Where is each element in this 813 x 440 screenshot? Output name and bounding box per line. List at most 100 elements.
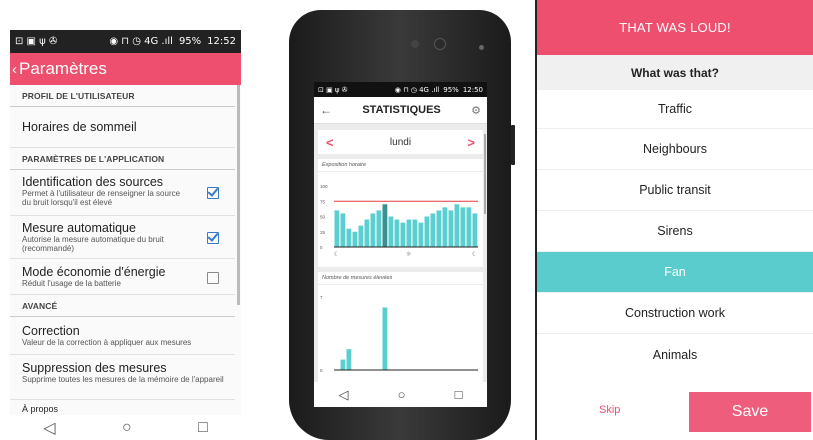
gear-icon[interactable]: ⚙ <box>471 104 481 117</box>
option-animals[interactable]: Animals <box>537 334 813 375</box>
dialog-title: THAT WAS LOUD! <box>537 0 813 55</box>
high-measures-chart: 70 <box>320 295 478 373</box>
option-public-transit[interactable]: Public transit <box>537 170 813 211</box>
bar <box>418 222 424 247</box>
signal-icons: ◉ ⊓ ◷ 4G .ıll <box>109 36 173 47</box>
phone-frame: ⊡ ▣ ψ ✇ ◉ ⊓ ◷ 4G .ıll 95% 12:50 ← STATIS… <box>289 10 515 440</box>
option-fan[interactable]: Fan <box>537 252 813 293</box>
scrollbar[interactable] <box>237 85 240 305</box>
options-list: Traffic Neighbours Public transit Sirens… <box>537 90 813 375</box>
battery-level: 95% <box>443 85 459 94</box>
power-button <box>511 125 515 165</box>
setting-description: Autorise la mesure automatique du bruit … <box>22 235 164 254</box>
back-triangle-icon[interactable]: ◁ <box>43 418 55 438</box>
statistics-screen: ⊡ ▣ ψ ✇ ◉ ⊓ ◷ 4G .ıll 95% 12:50 ← STATIS… <box>314 82 487 407</box>
bar <box>412 219 418 247</box>
setting-source-identification[interactable]: Identification des sources Permet à l'ut… <box>10 170 235 216</box>
next-day-chevron-icon[interactable]: > <box>467 135 475 150</box>
y-tick-label: 100 <box>320 184 328 189</box>
bar <box>436 210 442 247</box>
clock: 12:52 <box>207 36 236 47</box>
bar <box>346 349 352 370</box>
bar <box>376 210 382 247</box>
scrollbar[interactable] <box>484 134 486 214</box>
previous-day-chevron-icon[interactable]: < <box>326 135 334 150</box>
bar <box>370 213 376 247</box>
status-icons: ⊡ ▣ ψ ✇ <box>15 36 58 47</box>
setting-title: Suppression des mesures <box>22 361 167 375</box>
skip-button[interactable]: Skip <box>599 404 620 416</box>
option-traffic[interactable]: Traffic <box>537 90 813 129</box>
section-advanced: AVANCÉ <box>10 295 235 317</box>
day-label: lundi <box>389 136 412 148</box>
y-tick-label: 0 <box>320 245 323 250</box>
battery-level: 95% <box>178 36 202 47</box>
bar <box>382 307 388 370</box>
setting-energy-saving[interactable]: Mode économie d'énergie Réduit l'usage d… <box>10 259 235 295</box>
setting-description: Permet à l'utilisateur de renseigner la … <box>22 189 181 208</box>
nav-bar: ◁ ○ □ <box>10 415 241 440</box>
setting-title: Correction <box>22 324 80 338</box>
recent-square-icon[interactable]: □ <box>198 419 208 437</box>
bar <box>442 207 448 247</box>
hourly-exposure-chart: 100 75 50 25 0 ☾ ☼ ☾ <box>320 184 478 258</box>
setting-description: Supprime toutes les mesures de la mémoir… <box>22 375 224 384</box>
home-circle-icon[interactable]: ○ <box>122 419 132 437</box>
bar <box>472 213 478 247</box>
question-label: What was that? <box>537 55 813 90</box>
back-arrow-icon[interactable]: ← <box>320 103 332 117</box>
clock: 12:50 <box>462 85 483 94</box>
setting-description: Réduit l'usage de la batterie <box>22 279 121 288</box>
y-tick-label: 75 <box>320 199 326 204</box>
signal-icons: ◉ ⊓ ◷ 4G .ıll <box>394 85 440 94</box>
source-identification-screen: THAT WAS LOUD! What was that? Traffic Ne… <box>535 0 813 440</box>
earpiece-sensor <box>411 40 419 48</box>
bar <box>424 216 430 247</box>
back-triangle-icon[interactable]: ◁ <box>339 387 349 403</box>
bar <box>430 213 436 247</box>
bar <box>340 359 346 370</box>
recent-square-icon[interactable]: □ <box>455 387 463 402</box>
noon-sun-icon: ☼ <box>406 251 412 258</box>
statistics-app-bar: ← STATISTIQUES ⚙ <box>314 97 487 124</box>
bar <box>352 231 358 247</box>
section-app-settings: PARAMÈTRES DE L'APPLICATION <box>10 148 235 170</box>
bar <box>388 216 394 247</box>
settings-screen: ⊡ ▣ ψ ✇ ◉ ⊓ ◷ 4G .ıll 95% 12:52 ‹ Paramè… <box>10 30 241 440</box>
section-user-profile: PROFIL DE L'UTILISATEUR <box>10 85 235 107</box>
status-bar: ⊡ ▣ ψ ✇ ◉ ⊓ ◷ 4G .ıll 95% 12:52 <box>10 30 241 53</box>
bar <box>346 228 352 247</box>
day-selector: < lundi > <box>318 130 483 154</box>
save-button[interactable]: Save <box>689 392 811 432</box>
auto-measure-checkbox[interactable] <box>207 232 219 244</box>
back-chevron-icon[interactable]: ‹ <box>12 61 17 78</box>
setting-title: Mesure automatique <box>22 221 136 235</box>
page-title: Paramètres <box>19 59 107 78</box>
option-neighbours[interactable]: Neighbours <box>537 129 813 170</box>
bar <box>460 207 466 247</box>
source-identification-checkbox[interactable] <box>207 187 219 199</box>
bar <box>382 204 388 247</box>
home-circle-icon[interactable]: ○ <box>398 387 406 402</box>
setting-title: Identification des sources <box>22 175 164 189</box>
dialog-footer: Skip Save <box>537 390 813 435</box>
energy-saving-checkbox[interactable] <box>207 272 219 284</box>
hourly-exposure-card: Exposition horaire 100 75 50 25 0 ☾ ☼ ☾ <box>318 159 483 267</box>
hourly-exposure-title: Exposition horaire <box>318 159 483 172</box>
settings-list: PROFIL DE L'UTILISATEUR Horaires de somm… <box>10 85 241 420</box>
bar <box>454 204 460 247</box>
option-construction-work[interactable]: Construction work <box>537 293 813 334</box>
setting-auto-measure[interactable]: Mesure automatique Autorise la mesure au… <box>10 216 235 259</box>
statistics-body: < lundi > Exposition horaire 100 75 50 25 0 ☾… <box>314 124 487 392</box>
bar <box>394 219 400 247</box>
high-measures-title: Nombre de mesures élevées <box>318 272 483 285</box>
page-title: STATISTIQUES <box>362 104 441 116</box>
y-tick-label: 0 <box>320 368 323 373</box>
setting-sleep-hours[interactable]: Horaires de sommeil <box>10 107 235 148</box>
setting-correction[interactable]: Correction Valeur de la correction à app… <box>10 317 235 355</box>
setting-delete-measures[interactable]: Suppression des mesures Supprime toutes … <box>10 355 235 400</box>
bar <box>334 210 340 247</box>
night-start-moon-icon: ☾ <box>334 251 339 258</box>
setting-description: Valeur de la correction à appliquer aux … <box>22 338 192 347</box>
option-sirens[interactable]: Sirens <box>537 211 813 252</box>
